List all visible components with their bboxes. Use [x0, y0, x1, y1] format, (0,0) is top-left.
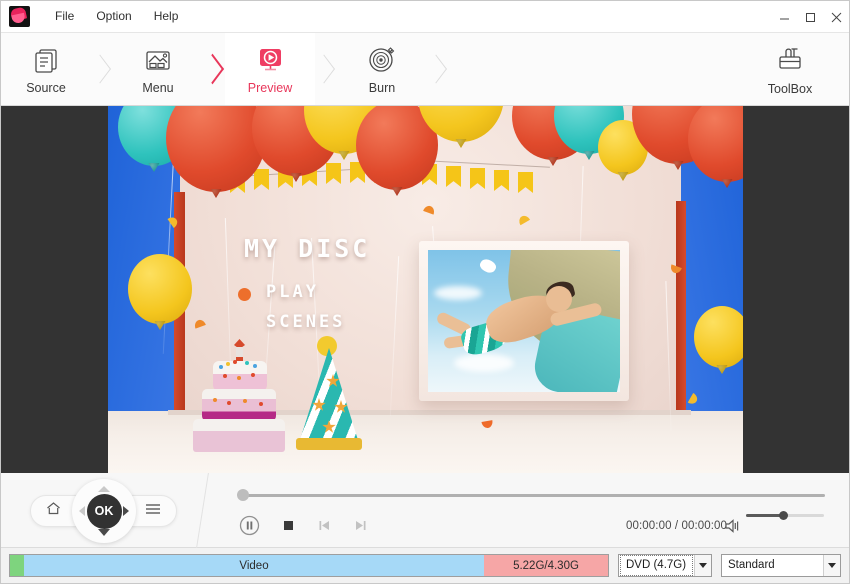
seek-track[interactable]	[245, 494, 825, 497]
scene-preview-thumbnail	[428, 250, 620, 392]
dpad-right-button[interactable]	[123, 506, 129, 516]
balloon-yellow-1	[128, 254, 192, 324]
disc-menu-selection-marker	[238, 288, 251, 301]
workflow-tabs: Source Menu	[1, 33, 449, 105]
tab-preview-label: Preview	[248, 81, 292, 95]
scene-birthday-cake	[193, 346, 285, 452]
preview-stage: MY DISC PLAY SCENES	[1, 106, 849, 473]
speaker-icon[interactable]	[724, 518, 742, 539]
app-logo-icon	[9, 6, 30, 27]
dpad-left-button[interactable]	[79, 506, 85, 516]
play-screen-icon	[254, 43, 286, 77]
balloon-yellow-5	[694, 306, 743, 368]
scene-preview-frame	[419, 241, 629, 401]
menu-item-option[interactable]: Option	[85, 5, 142, 28]
window-controls	[771, 1, 849, 33]
main-toolbar: Source Menu	[1, 33, 849, 106]
quality-select[interactable]: Standard	[721, 554, 841, 577]
disc-type-select[interactable]: DVD (4.7G)	[618, 554, 712, 577]
transport-controls	[239, 515, 368, 536]
controls-divider	[196, 473, 209, 548]
tab-separator-2-active	[203, 33, 225, 105]
tab-separator-4	[427, 33, 449, 105]
application-window: File Option Help	[0, 0, 850, 584]
tab-burn-label: Burn	[369, 81, 395, 95]
capacity-segment-overflow: 5.22G/4.30G	[484, 555, 608, 576]
next-button[interactable]	[353, 518, 368, 533]
disc-capacity-bar: Video 5.22G/4.30G	[9, 554, 609, 577]
volume-slider[interactable]	[746, 514, 824, 517]
capacity-segment-video: Video	[24, 555, 484, 576]
time-display: 00:00:00 / 00:00:00	[626, 520, 727, 532]
menu-item-help[interactable]: Help	[143, 5, 190, 28]
caret-down-icon[interactable]	[823, 555, 840, 576]
dvd-menu-preview[interactable]: MY DISC PLAY SCENES	[108, 106, 743, 473]
toolbox-label: ToolBox	[768, 82, 812, 96]
tab-menu[interactable]: Menu	[113, 33, 203, 105]
tab-menu-label: Menu	[142, 81, 173, 95]
disc-burn-icon	[366, 43, 398, 77]
tab-separator-1	[91, 33, 113, 105]
disc-menu-item-play[interactable]: PLAY	[266, 282, 319, 302]
stop-button[interactable]	[281, 518, 296, 533]
player-controls: OK	[1, 473, 849, 548]
toolbox-icon	[774, 43, 806, 78]
tab-preview[interactable]: Preview	[225, 33, 315, 105]
caret-down-icon[interactable]	[694, 555, 711, 576]
scene-party-tree	[296, 338, 362, 450]
volume-handle[interactable]	[779, 511, 788, 520]
tab-burn[interactable]: Burn	[337, 33, 427, 105]
tab-source-label: Source	[26, 81, 66, 95]
tab-separator-3	[315, 33, 337, 105]
disc-menu-item-scenes[interactable]: SCENES	[266, 312, 345, 332]
disc-type-value: DVD (4.7G)	[620, 555, 693, 576]
status-bar: Video 5.22G/4.30G DVD (4.7G) Standard	[1, 548, 849, 583]
dpad-down-button[interactable]	[98, 529, 110, 536]
seek-bar[interactable]	[237, 489, 825, 501]
list-menu-icon[interactable]	[144, 502, 162, 521]
disc-menu-title: MY DISC	[244, 234, 370, 263]
pause-button[interactable]	[239, 515, 260, 536]
menu-bar: File Option Help	[44, 5, 189, 28]
dpad-ok-button[interactable]: OK	[87, 494, 122, 529]
dpad-control: OK	[72, 479, 136, 543]
capacity-segment-menu	[10, 555, 24, 576]
documents-icon	[31, 43, 61, 77]
tab-source[interactable]: Source	[1, 33, 91, 105]
minimize-button[interactable]	[771, 1, 797, 33]
seek-handle[interactable]	[237, 489, 249, 501]
home-icon[interactable]	[45, 500, 62, 522]
toolbox-button[interactable]: ToolBox	[747, 33, 833, 105]
title-bar: File Option Help	[1, 1, 849, 33]
maximize-button[interactable]	[797, 1, 823, 33]
dpad-up-button[interactable]	[98, 486, 110, 492]
quality-value: Standard	[722, 555, 823, 576]
previous-button[interactable]	[317, 518, 332, 533]
menu-item-file[interactable]: File	[44, 5, 85, 28]
image-template-icon	[143, 43, 173, 77]
close-button[interactable]	[823, 1, 849, 33]
